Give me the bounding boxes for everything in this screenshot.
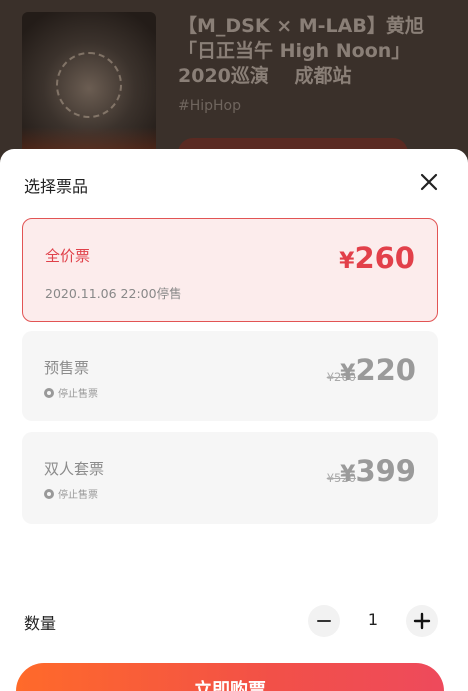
close-icon[interactable]	[418, 171, 440, 193]
minus-icon[interactable]	[308, 605, 340, 637]
buy-now-button[interactable]: 立即购票	[16, 663, 444, 691]
poster-graphic	[56, 52, 122, 118]
ticket-option-couple[interactable]: 双人套票 停止售票 ¥520 ¥399	[22, 432, 438, 524]
ticket-name: 双人套票	[44, 460, 105, 478]
ticket-status-text: 停止售票	[58, 389, 98, 400]
price-symbol: ¥	[339, 249, 355, 274]
ticket-price: ¥220	[340, 353, 416, 387]
ticket-status: 停止售票	[44, 486, 98, 501]
price-symbol: ¥	[340, 361, 356, 386]
plus-icon[interactable]	[406, 605, 438, 637]
ticket-option-presale[interactable]: 预售票 停止售票 ¥260 ¥220	[22, 331, 438, 421]
ticket-name: 全价票	[45, 247, 91, 265]
stop-sale-icon	[44, 388, 54, 398]
ticket-price: ¥399	[340, 454, 416, 488]
sheet-title: 选择票品	[24, 177, 89, 196]
ticket-status: 停止售票	[44, 385, 98, 400]
ticket-price: ¥260	[339, 241, 415, 275]
ticket-status-text: 停止售票	[58, 490, 98, 501]
ticket-option-full-price[interactable]: 全价票 2020.11.06 22:00停售 ¥260	[22, 218, 438, 322]
quantity-label: 数量	[24, 614, 57, 633]
price-value: 399	[355, 454, 416, 488]
event-title: 【M_DSK × M-LAB】黄旭 「日正当午 High Noon」 2020巡…	[178, 14, 448, 89]
price-value: 260	[354, 241, 415, 275]
price-symbol: ¥	[340, 462, 356, 487]
event-title-line1: 【M_DSK × M-LAB】黄旭	[178, 15, 424, 37]
event-title-line3: 2020巡演 成都站	[178, 65, 352, 87]
quantity-value: 1	[367, 610, 379, 629]
ticket-selection-sheet: 选择票品 全价票 2020.11.06 22:00停售 ¥260 预售票 停止售…	[0, 149, 468, 691]
price-value: 220	[355, 353, 416, 387]
stop-sale-icon	[44, 489, 54, 499]
ticket-sale-deadline: 2020.11.06 22:00停售	[45, 286, 182, 301]
ticket-name: 预售票	[44, 359, 90, 377]
event-title-line2: 「日正当午 High Noon」	[178, 40, 411, 62]
event-tag: #HipHop	[178, 98, 242, 114]
